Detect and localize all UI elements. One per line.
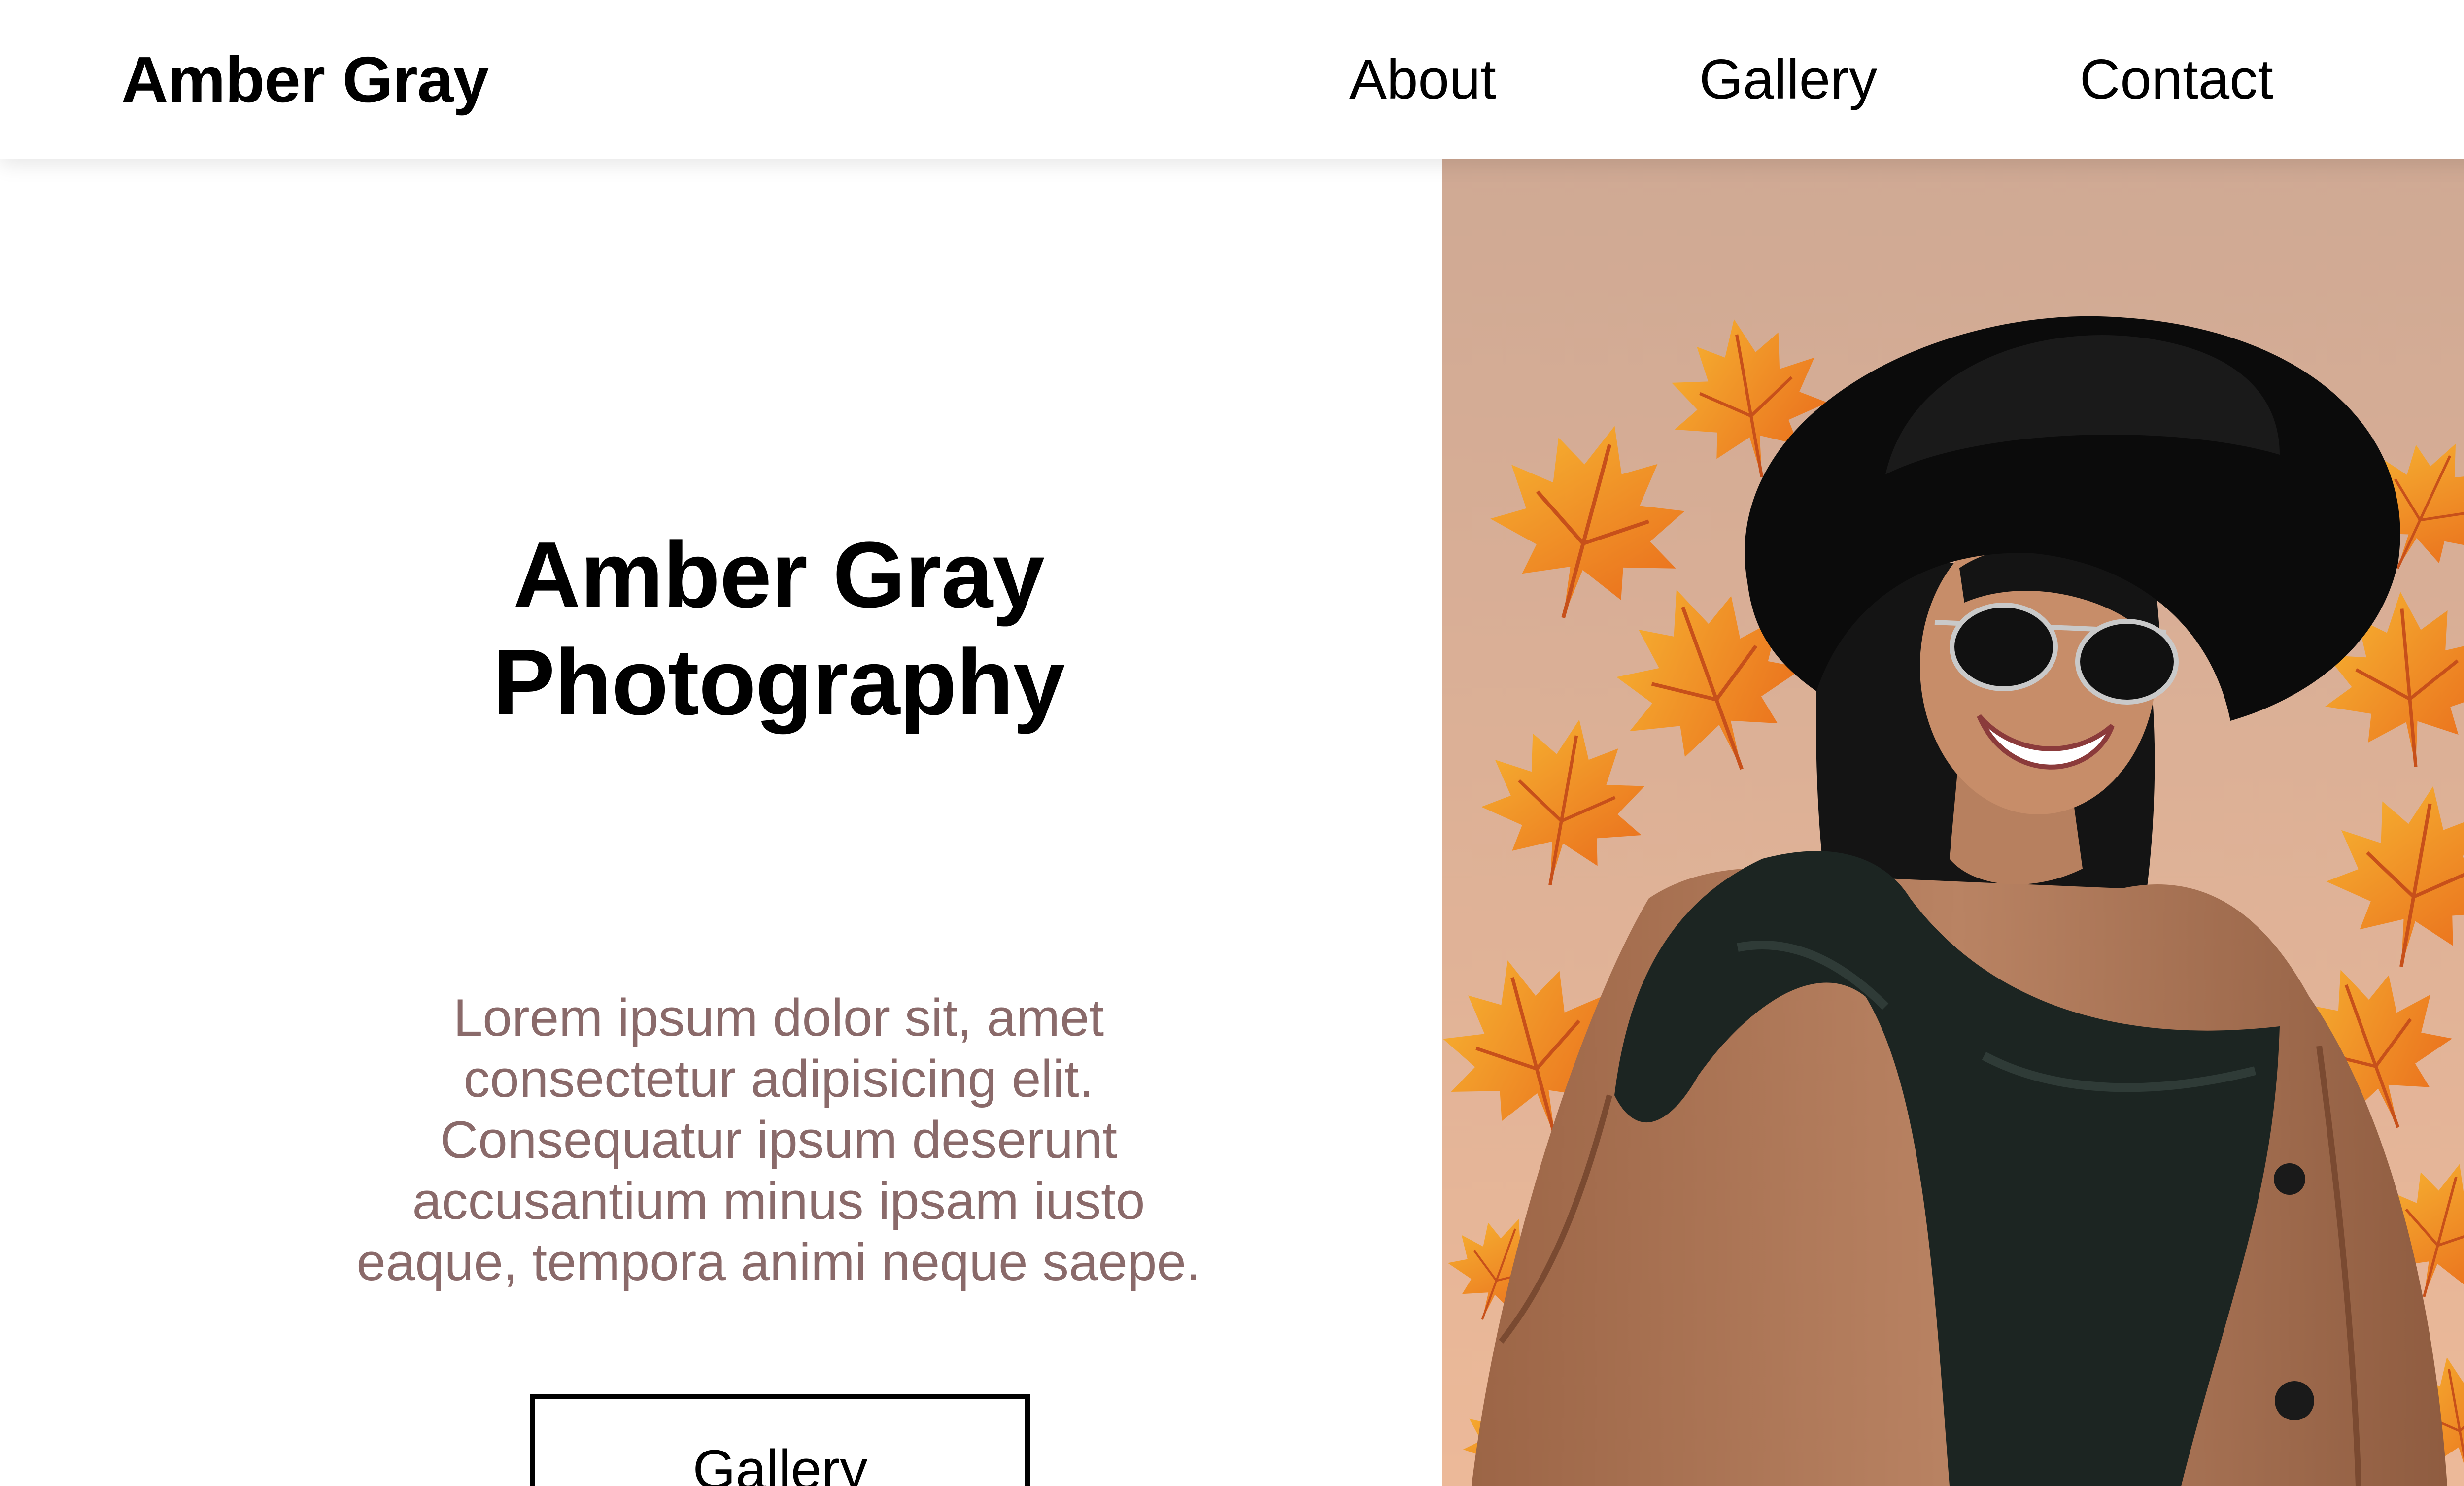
top-navbar: Amber Gray About Gallery Contact [0,0,2464,159]
hero-description-line: Consequatur ipsum deserunt [440,1110,1117,1169]
nav-link-gallery[interactable]: Gallery [1699,0,1877,159]
hero-photo [1442,159,2464,1486]
hero-text-panel: Amber Gray Photography Lorem ipsum dolor… [0,159,1442,1486]
hero-description: Lorem ipsum dolor sit, amet consectetur … [315,987,1242,1292]
hero-description-line: consectetur adipisicing elit. [463,1049,1094,1108]
hero-title-line: Photography [492,630,1065,735]
hero-description-line: accusantium minus ipsam iusto [412,1171,1145,1230]
hero-description-line: eaque, tempora animi neque saepe. [356,1232,1201,1291]
nav-link-contact[interactable]: Contact [2080,0,2273,159]
coat-button [2275,1381,2314,1420]
nav-link-about[interactable]: About [1349,0,1496,159]
hero-title-line: Amber Gray [513,523,1045,627]
portrait-photo [1442,159,2464,1486]
main-nav: About Gallery Contact [0,0,2464,159]
hero-description-line: Lorem ipsum dolor sit, amet [453,988,1104,1047]
hero-title: Amber Gray Photography [0,521,1557,736]
coat-button [2274,1163,2305,1195]
gallery-button[interactable]: Gallery [530,1394,1030,1486]
